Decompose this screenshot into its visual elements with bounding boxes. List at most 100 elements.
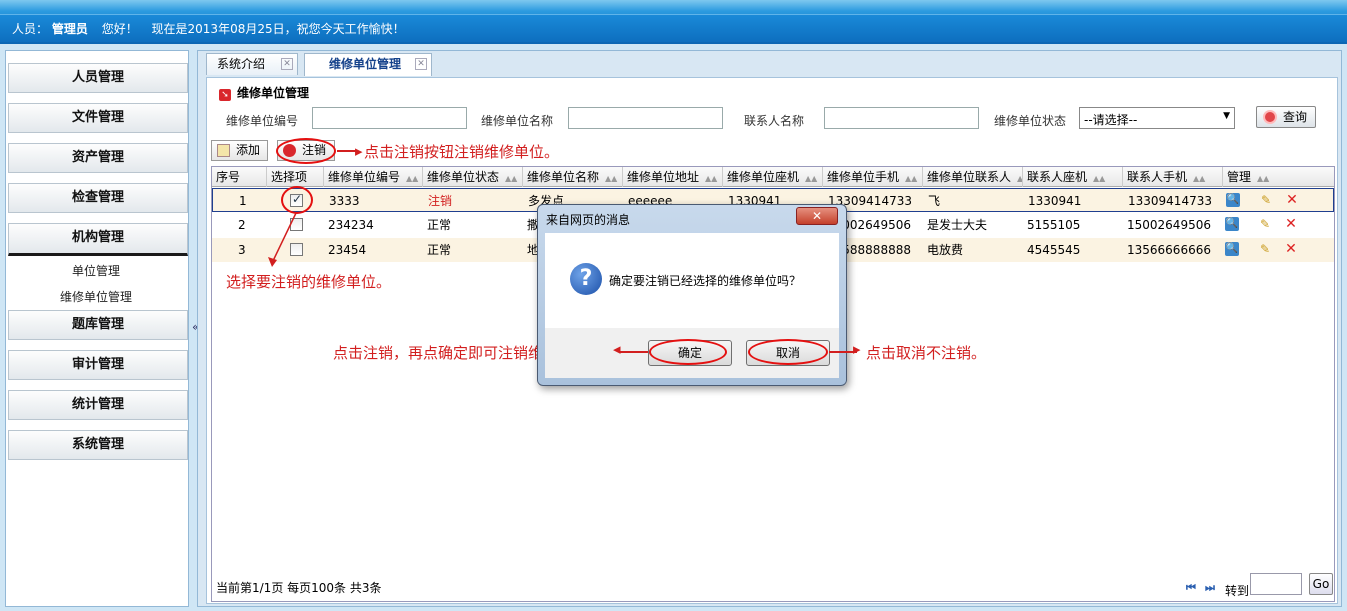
cell-no: 2 <box>238 218 246 232</box>
annotation-arrowhead: ▸ <box>355 142 363 160</box>
edit-icon[interactable]: ✎ <box>1258 242 1272 256</box>
add-icon <box>217 144 230 157</box>
sub-repair-unit-management[interactable]: 维修单位管理 <box>6 288 186 305</box>
delete-icon[interactable]: ✕ <box>1284 242 1298 256</box>
cell-contact-phone: 5155105 <box>1027 218 1081 232</box>
highlight-circle <box>281 186 313 214</box>
tab-label: 维修单位管理 <box>329 57 402 71</box>
search-icon <box>1263 110 1277 124</box>
cell-contact: 飞 <box>928 194 941 208</box>
cell-status: 注销 <box>428 194 453 208</box>
col-header[interactable]: 维修单位编号 ▲▲ <box>324 167 423 187</box>
user-info-bar: 人员： 管理员 您好！ 现在是2013年08月25日，祝您今天工作愉快！ <box>0 14 1347 42</box>
last-page-icon[interactable]: ⏭ <box>1205 581 1215 595</box>
menu-organization[interactable]: 机构管理 <box>8 223 188 256</box>
dialog-message: 确定要注销已经选择的维修单位吗？ <box>609 274 802 288</box>
tab-system-intro[interactable]: 系统介绍 ✕ <box>206 53 298 75</box>
dialog-title: 来自网页的消息 <box>546 213 631 227</box>
cell-status: 正常 <box>427 243 452 257</box>
cell-status: 正常 <box>427 218 452 232</box>
page-info: 当前第1/1页 每页100条 共3条 <box>216 581 382 595</box>
highlight-circle <box>649 339 727 365</box>
grid-header: 序号 选择项 维修单位编号 ▲▲ 维修单位状态 ▲▲ 维修单位名称 ▲▲ 维修单位地址… <box>212 167 1334 187</box>
code-input[interactable] <box>312 107 467 129</box>
tab-repair-unit[interactable]: 维修单位管理 ✕ <box>304 53 432 76</box>
status-select[interactable]: --请选择-- ▼ <box>1079 107 1235 129</box>
arrow-icon: ➘ <box>219 89 231 101</box>
cell-contact: 电放费 <box>927 243 964 257</box>
cell-code: 3333 <box>329 194 360 208</box>
dialog-close-button[interactable]: ✕ <box>796 207 838 225</box>
annotation-arrow <box>620 351 648 353</box>
edit-icon[interactable]: ✎ <box>1259 193 1273 207</box>
menu-audit[interactable]: 审计管理 <box>8 350 188 380</box>
cell-code: 234234 <box>328 218 374 232</box>
col-header[interactable]: 维修单位状态 ▲▲ <box>423 167 523 187</box>
page-input[interactable] <box>1250 573 1302 595</box>
sub-unit-management[interactable]: 单位管理 <box>6 262 186 279</box>
highlight-circle <box>748 339 828 365</box>
edit-icon[interactable]: ✎ <box>1258 217 1272 231</box>
section-title: ➘ 维修单位管理 <box>219 84 309 101</box>
highlight-circle <box>276 138 336 164</box>
menu-statistics[interactable]: 统计管理 <box>8 390 188 420</box>
menu-assets[interactable]: 资产管理 <box>8 143 188 173</box>
tab-label: 系统介绍 <box>217 57 266 71</box>
annotation-arrowhead: ▸ <box>853 340 861 358</box>
col-header[interactable]: 序号 <box>212 167 267 187</box>
query-button[interactable]: 查询 <box>1256 106 1316 128</box>
annotation-arrow <box>337 150 357 152</box>
dialog-body: ? 确定要注销已经选择的维修单位吗？ <box>545 233 839 328</box>
goto-label: 转到 <box>1225 584 1250 598</box>
col-header[interactable]: 维修单位联系人▲▲ <box>923 167 1023 187</box>
col-header[interactable]: 维修单位地址 ▲▲ <box>623 167 723 187</box>
annotation-cancel-dialog-hint: 点击取消不注销。 <box>866 344 987 362</box>
annotation-select-hint: 选择要注销的维修单位。 <box>226 273 392 291</box>
name-label: 维修单位名称 <box>481 114 554 128</box>
col-header[interactable]: 维修单位座机 ▲▲ <box>723 167 823 187</box>
cell-contact-phone: 4545545 <box>1027 243 1081 257</box>
cell-no: 1 <box>239 194 247 208</box>
col-header[interactable]: 选择项 <box>267 167 324 187</box>
view-icon[interactable]: 🔍 <box>1226 193 1240 207</box>
col-header[interactable]: 联系人座机 ▲▲ <box>1023 167 1123 187</box>
add-button[interactable]: 添加 <box>211 140 268 161</box>
user-label: 人员： <box>12 22 49 36</box>
cell-code: 23454 <box>328 243 367 257</box>
status-label: 维修单位状态 <box>994 114 1067 128</box>
sidebar: 人员管理 文件管理 资产管理 检查管理 机构管理 单位管理 维修单位管理 题库管… <box>5 50 189 607</box>
col-header[interactable]: 联系人手机 ▲▲ <box>1123 167 1223 187</box>
delete-icon[interactable]: ✕ <box>1285 193 1299 207</box>
delete-icon[interactable]: ✕ <box>1284 217 1298 231</box>
question-icon: ? <box>570 263 602 295</box>
annotation-cancel-hint: 点击注销按钮注销维修单位。 <box>364 143 560 161</box>
dropdown-arrow-icon: ▼ <box>1223 111 1230 121</box>
tab-close-icon[interactable]: ✕ <box>281 58 293 70</box>
go-button[interactable]: Go <box>1309 573 1333 595</box>
toolbar: 添加 注销 ▸ 点击注销按钮注销维修单位。 <box>207 138 1337 164</box>
view-icon[interactable]: 🔍 <box>1225 242 1239 256</box>
annotation-arrow <box>268 212 297 267</box>
date-text: 现在是2013年08月25日，祝您今天工作愉快！ <box>151 22 405 36</box>
first-page-icon[interactable]: ⏮ <box>1186 581 1196 595</box>
col-header[interactable]: 维修单位手机 ▲▲ <box>823 167 923 187</box>
menu-question-bank[interactable]: 题库管理 <box>8 310 188 340</box>
code-label: 维修单位编号 <box>226 114 299 128</box>
cell-no: 3 <box>238 243 246 257</box>
view-icon[interactable]: 🔍 <box>1225 217 1239 231</box>
menu-personnel[interactable]: 人员管理 <box>8 63 188 93</box>
cell-contact: 是发士大夫 <box>927 218 988 232</box>
annotation-arrowhead: ◂ <box>613 340 621 358</box>
col-header[interactable]: 维修单位名称 ▲▲ <box>523 167 623 187</box>
menu-inspection[interactable]: 检查管理 <box>8 183 188 213</box>
tab-close-icon[interactable]: ✕ <box>415 58 427 70</box>
cell-contact-mobile: 13309414733 <box>1128 194 1212 208</box>
pager: 当前第1/1页 每页100条 共3条 ⏮ ⏭ 转到 Go <box>212 569 1334 601</box>
user-name: 管理员 <box>51 22 88 36</box>
cell-contact-mobile: 13566666666 <box>1127 243 1211 257</box>
name-input[interactable] <box>568 107 723 129</box>
menu-documents[interactable]: 文件管理 <box>8 103 188 133</box>
contact-input[interactable] <box>824 107 979 129</box>
col-header[interactable]: 管理 ▲▲ <box>1223 167 1334 187</box>
menu-system[interactable]: 系统管理 <box>8 430 188 460</box>
